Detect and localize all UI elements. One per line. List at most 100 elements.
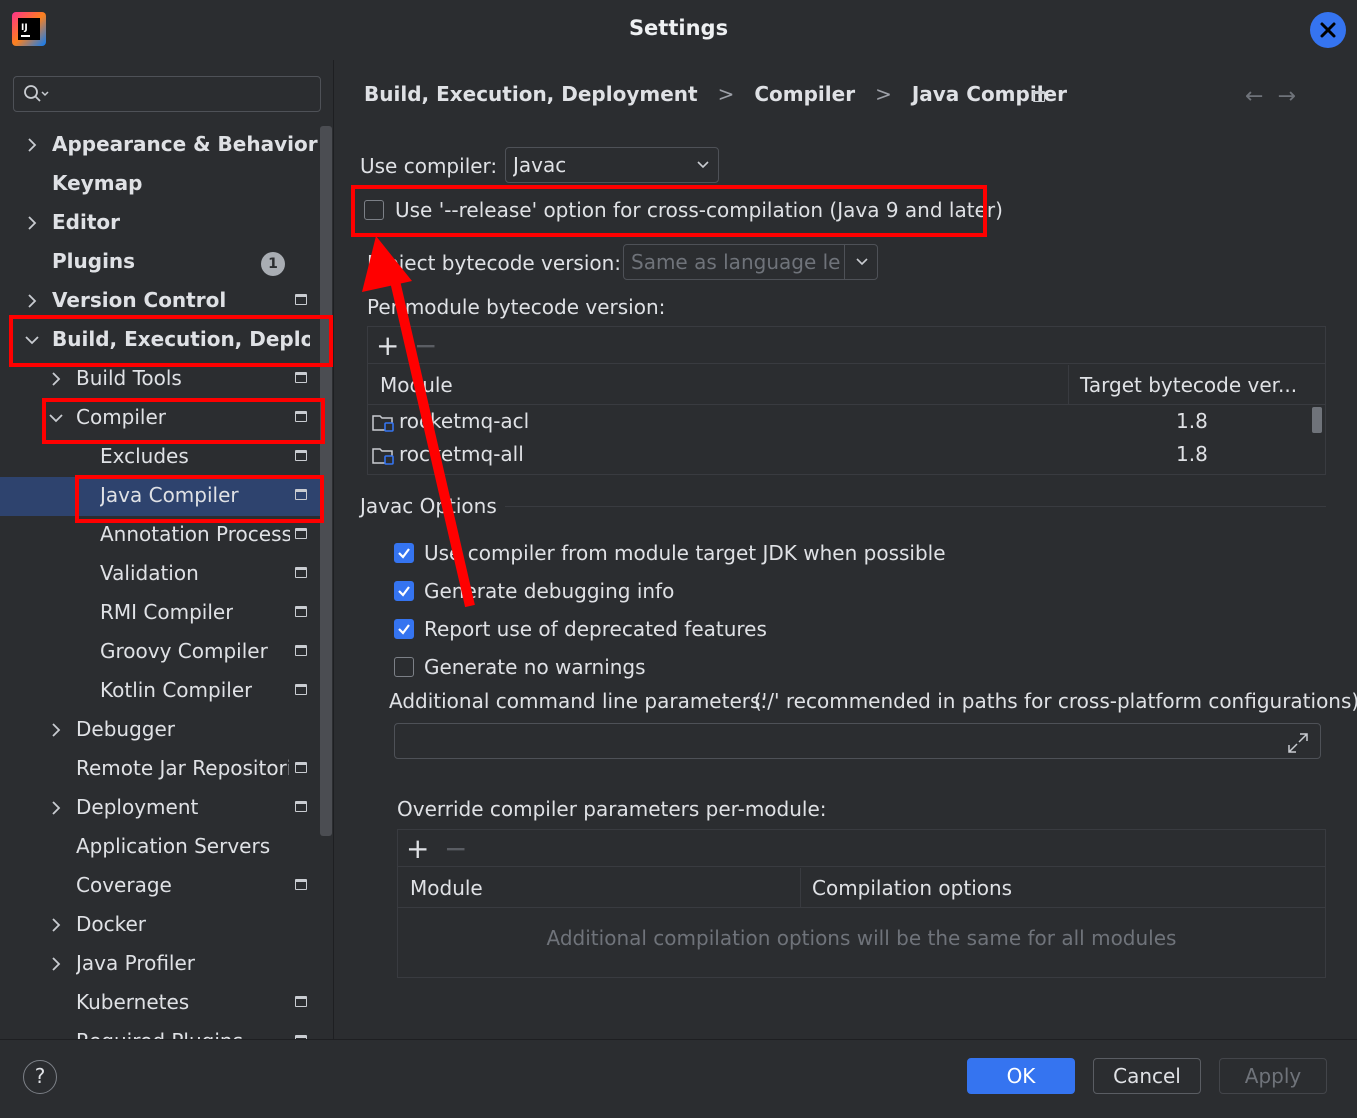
tree-item-label: Kubernetes (76, 990, 190, 1014)
tree-item-label: Build, Execution, Deployment (52, 327, 310, 351)
tree-item-label: Appearance & Behavior (52, 132, 318, 156)
breadcrumb-item[interactable]: Build, Execution, Deployment (364, 82, 698, 106)
table-row[interactable]: rocketmq-acl 1.8 (368, 405, 1309, 438)
search-input[interactable] (13, 76, 321, 112)
tree-item-editor[interactable]: Editor (0, 204, 320, 243)
project-settings-icon (295, 996, 307, 1007)
use-module-jdk-checkbox[interactable] (394, 543, 414, 563)
tree-item-label: Plugins (52, 249, 136, 273)
column-divider[interactable] (800, 868, 801, 907)
tree-item-label: Kotlin Compiler (100, 678, 253, 702)
add-icon[interactable]: + (376, 329, 399, 362)
tree-item-application-servers[interactable]: Application Servers (0, 828, 320, 867)
tree-item-annotation-processors[interactable]: Annotation Processors (0, 516, 320, 555)
cancel-button[interactable]: Cancel (1093, 1058, 1201, 1094)
remove-icon[interactable]: − (414, 329, 437, 362)
tree-item-label: Debugger (76, 717, 175, 741)
target-bytecode: 1.8 (1176, 442, 1208, 466)
tree-item-version-control[interactable]: Version Control (0, 282, 320, 321)
dialog-footer: ? OK Cancel Apply (0, 1039, 1357, 1118)
additional-params-input[interactable] (394, 723, 1321, 759)
tree-item-docker[interactable]: Docker (0, 906, 320, 945)
chevron-right-icon (52, 918, 61, 932)
additional-params-label: Additional command line parameters: (389, 689, 768, 713)
project-settings-icon (295, 294, 307, 305)
table-toolbar: + − (368, 327, 1325, 364)
generate-no-warnings-label: Generate no warnings (424, 655, 646, 679)
tree-item-coverage[interactable]: Coverage (0, 867, 320, 906)
tree-item-java-compiler[interactable]: Java Compiler (0, 477, 320, 516)
tree-item-plugins[interactable]: Plugins 1 (0, 243, 320, 282)
project-bytecode-label: Project bytecode version: (367, 251, 622, 275)
tree-item-label: Keymap (52, 171, 143, 195)
tree-item-build-tools[interactable]: Build Tools (0, 360, 320, 399)
generate-no-warnings-checkbox[interactable] (394, 657, 414, 677)
dropdown-divider (844, 245, 845, 279)
tree-item-compiler[interactable]: Compiler (0, 399, 320, 438)
tree-item-label: Editor (52, 210, 120, 234)
tree-item-keymap[interactable]: Keymap (0, 165, 320, 204)
sidebar-scrollbar[interactable] (320, 126, 332, 836)
close-button[interactable] (1310, 12, 1346, 48)
use-compiler-dropdown[interactable]: Javac (505, 147, 719, 183)
tree-item-label: RMI Compiler (100, 600, 234, 624)
breadcrumb-item[interactable]: Compiler (754, 82, 855, 106)
tree-item-kotlin-compiler[interactable]: Kotlin Compiler (0, 672, 320, 711)
remove-icon[interactable]: − (444, 832, 467, 865)
help-button[interactable]: ? (23, 1060, 57, 1094)
generate-debugging-info-checkbox[interactable] (394, 581, 414, 601)
tree-item-groovy-compiler[interactable]: Groovy Compiler (0, 633, 320, 672)
per-module-table: + − Module Target bytecode ver... rocket… (367, 326, 1326, 475)
tree-item-build-execution-deployment[interactable]: Build, Execution, Deployment (0, 321, 320, 360)
tree-item-kubernetes[interactable]: Kubernetes (0, 984, 320, 1023)
column-divider[interactable] (1068, 365, 1069, 404)
tree-item-label: Build Tools (76, 366, 182, 390)
expand-icon[interactable] (1286, 731, 1310, 755)
tree-item-debugger[interactable]: Debugger (0, 711, 320, 750)
checkmark-icon (398, 548, 410, 559)
column-header-target[interactable]: Target bytecode ver... (1080, 373, 1297, 397)
tree-item-label: Java Profiler (76, 951, 196, 975)
project-settings-icon (295, 411, 307, 422)
additional-params-hint: ('/' recommended in paths for cross-plat… (754, 689, 1357, 713)
report-deprecated-checkbox[interactable] (394, 619, 414, 639)
tree-item-required-plugins[interactable]: Required Plugins (0, 1023, 320, 1040)
table-row[interactable]: rocketmq-all 1.8 (368, 438, 1309, 471)
report-deprecated-label: Report use of deprecated features (424, 617, 767, 641)
table-header: Module Compilation options (398, 868, 1325, 908)
project-settings-icon (295, 762, 307, 773)
release-option-checkbox[interactable] (364, 200, 384, 220)
project-settings-icon (295, 528, 307, 539)
table-toolbar: + − (398, 830, 1325, 867)
navigation-arrows: ← → (1245, 84, 1310, 109)
forward-arrow-icon[interactable]: → (1277, 84, 1295, 109)
ok-button[interactable]: OK (967, 1058, 1075, 1094)
tree-item-validation[interactable]: Validation (0, 555, 320, 594)
project-settings-icon (1033, 91, 1045, 102)
settings-sidebar: Appearance & Behavior Keymap Editor Plug… (0, 60, 334, 1040)
tree-item-excludes[interactable]: Excludes (0, 438, 320, 477)
back-arrow-icon[interactable]: ← (1245, 84, 1263, 109)
column-header-compilation-options[interactable]: Compilation options (812, 876, 1012, 900)
close-icon (1320, 22, 1336, 38)
project-settings-icon (295, 489, 307, 500)
tree-item-appearance-behavior[interactable]: Appearance & Behavior (0, 126, 320, 165)
column-header-module[interactable]: Module (410, 876, 483, 900)
project-bytecode-dropdown[interactable]: Same as language level (623, 244, 878, 280)
tree-item-java-profiler[interactable]: Java Profiler (0, 945, 320, 984)
target-bytecode: 1.8 (1176, 409, 1208, 433)
apply-button[interactable]: Apply (1219, 1058, 1327, 1094)
tree-item-label: Compiler (76, 405, 167, 429)
add-icon[interactable]: + (406, 832, 429, 865)
tree-item-rmi-compiler[interactable]: RMI Compiler (0, 594, 320, 633)
tree-item-deployment[interactable]: Deployment (0, 789, 320, 828)
per-module-label: Per-module bytecode version: (367, 295, 666, 319)
module-name: rocketmq-acl (399, 409, 530, 433)
override-params-table: + − Module Compilation options Additiona… (397, 829, 1326, 978)
tree-item-remote-jar-repositories[interactable]: Remote Jar Repositories (0, 750, 320, 789)
column-header-module[interactable]: Module (380, 373, 453, 397)
window-title: Settings (628, 16, 729, 40)
chevron-right-icon (52, 801, 61, 815)
table-scrollbar[interactable] (1312, 407, 1322, 433)
chevron-right-icon (28, 216, 37, 230)
